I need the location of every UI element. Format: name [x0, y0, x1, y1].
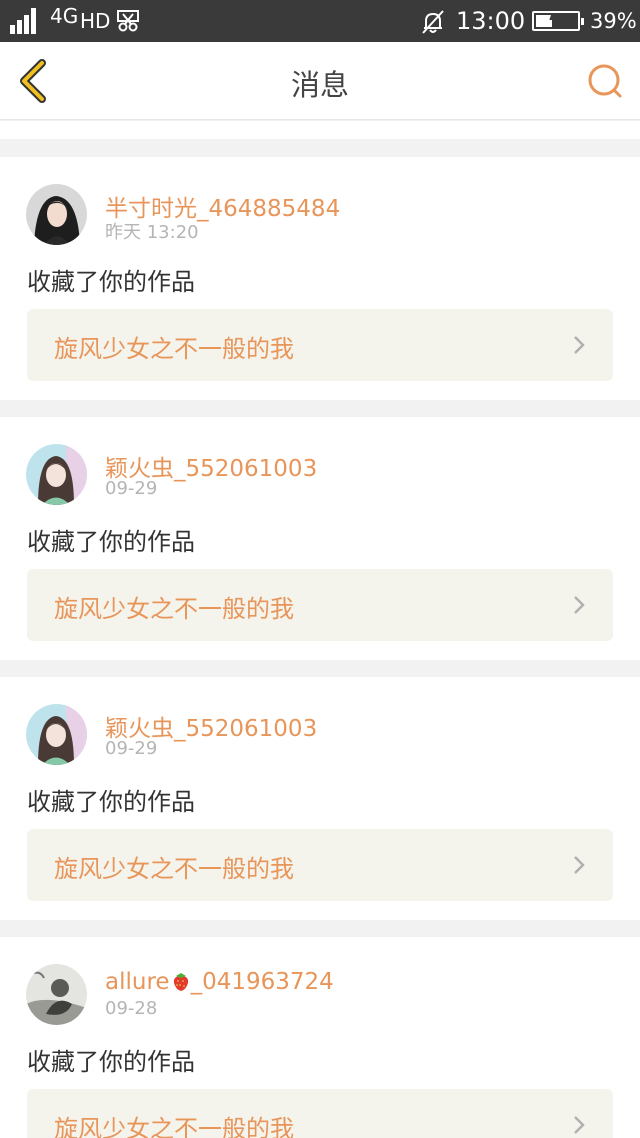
hd-indicator: HD — [80, 9, 111, 33]
action-text: 收藏了你的作品 — [27, 788, 195, 816]
work-link[interactable]: 旋风少女之不一般的我 — [27, 1089, 613, 1138]
signal-icon — [10, 8, 40, 34]
avatar[interactable] — [26, 444, 87, 505]
message-card: allure _041963724 09-28 收藏了你的作品 旋风少女之不一般… — [0, 937, 640, 1138]
timestamp: 昨天 13:20 — [105, 222, 199, 243]
action-text: 收藏了你的作品 — [27, 1048, 195, 1076]
status-bar: 4G HD 13:00 ϟ 39% — [0, 0, 640, 42]
work-link[interactable]: 旋风少女之不一般的我 — [27, 829, 613, 901]
bell-off-icon — [422, 10, 444, 34]
battery-percent: 39% — [590, 9, 637, 33]
work-link[interactable]: 旋风少女之不一般的我 — [27, 569, 613, 641]
timestamp: 09-29 — [105, 478, 158, 499]
avatar[interactable] — [26, 184, 87, 245]
chevron-right-icon — [574, 596, 585, 614]
chevron-right-icon — [574, 1116, 585, 1134]
message-card: 颖火虫_552061003 09-29 收藏了你的作品 旋风少女之不一般的我 — [0, 677, 640, 920]
clock: 13:00 — [456, 7, 526, 35]
page-title: 消息 — [290, 68, 349, 102]
avatar[interactable] — [26, 964, 87, 1025]
work-link[interactable]: 旋风少女之不一般的我 — [27, 309, 613, 381]
work-title: 旋风少女之不一般的我 — [54, 595, 294, 623]
action-text: 收藏了你的作品 — [27, 268, 195, 296]
avatar[interactable] — [26, 704, 87, 765]
timestamp: 09-29 — [105, 738, 158, 759]
timestamp: 09-28 — [105, 998, 158, 1019]
work-title: 旋风少女之不一般的我 — [54, 855, 294, 883]
network-type: 4G — [50, 4, 79, 28]
charging-icon: ϟ — [548, 10, 559, 29]
scissors-icon — [117, 10, 139, 32]
list-top-divider — [0, 121, 640, 139]
chevron-right-icon — [574, 856, 585, 874]
nav-bar: 消息 — [0, 42, 640, 120]
work-title: 旋风少女之不一般的我 — [54, 1115, 294, 1138]
battery-icon: ϟ — [532, 10, 584, 31]
strawberry-icon — [173, 973, 188, 991]
search-icon[interactable] — [586, 62, 624, 100]
work-title: 旋风少女之不一般的我 — [54, 335, 294, 363]
username[interactable]: allure _041963724 — [105, 969, 334, 995]
message-card: 颖火虫_552061003 09-29 收藏了你的作品 旋风少女之不一般的我 — [0, 417, 640, 660]
chevron-right-icon — [574, 336, 585, 354]
action-text: 收藏了你的作品 — [27, 528, 195, 556]
message-card: 半寸时光_464885484 昨天 13:20 收藏了你的作品 旋风少女之不一般… — [0, 157, 640, 400]
